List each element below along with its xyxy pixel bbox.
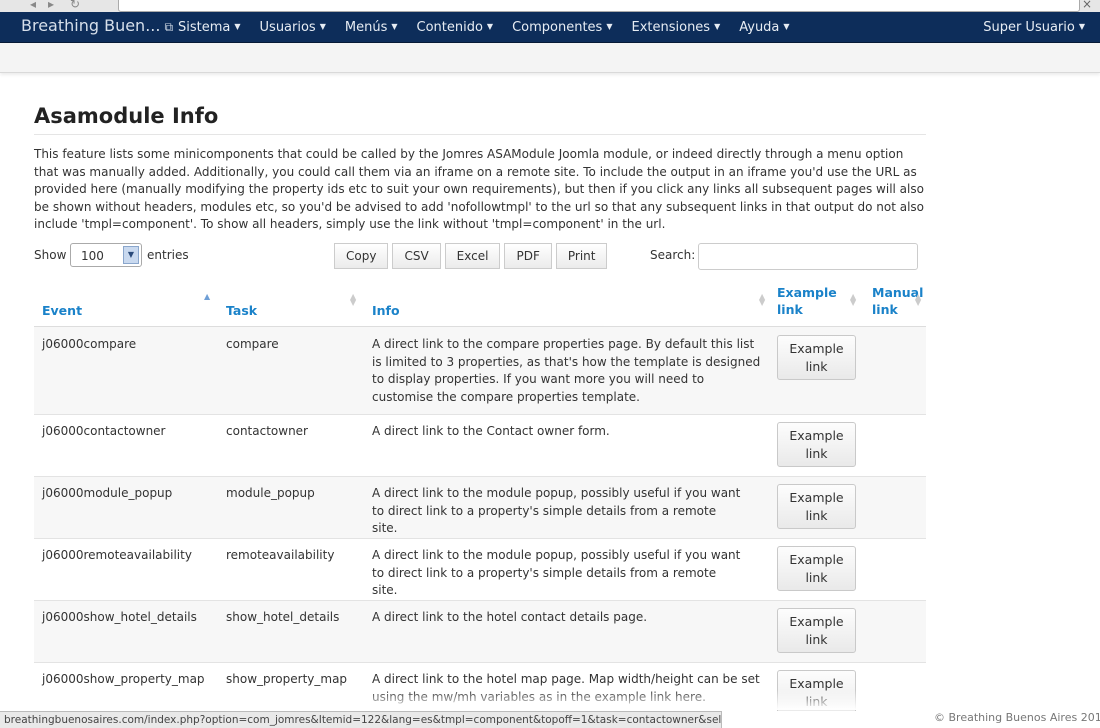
site-brand-link[interactable]: Breathing Buen... ⧉ [21, 16, 173, 35]
menu-label: Componentes [512, 20, 603, 35]
info-cell: A direct link to the module popup, possi… [372, 548, 741, 597]
task-cell: show_hotel_details [226, 610, 340, 624]
menu-contenido[interactable]: Contenido ▼ [417, 20, 494, 35]
forward-icon[interactable]: ▸ [48, 0, 54, 11]
page-description: This feature lists some minicomponents t… [34, 147, 925, 232]
info-cell: A direct link to the hotel contact detai… [372, 610, 648, 624]
caret-down-icon: ▼ [783, 22, 790, 31]
event-cell: j06000show_hotel_details [42, 610, 197, 624]
sort-icon[interactable]: ▲ ▼ [350, 293, 356, 307]
table-header: Event ▲ Task ▲ ▼ Info ▲ ▼ Example link ▲ ▼ … [34, 282, 926, 327]
csv-button[interactable]: CSV [392, 243, 441, 269]
menu-menus[interactable]: Menús ▼ [345, 20, 398, 35]
copy-button[interactable]: Copy [334, 243, 389, 269]
site-name: Breathing Buen... [21, 16, 161, 35]
column-header-event[interactable]: Event [42, 302, 82, 319]
caret-down-icon: ▼ [606, 22, 613, 31]
admin-navbar: Breathing Buen... ⧉ Sistema ▼ Usuarios ▼ Me… [0, 12, 1100, 43]
page-title: Asamodule Info [34, 104, 219, 128]
example-link-button[interactable]: Example link [777, 422, 856, 467]
info-cell: A direct link to the module popup, possi… [372, 486, 741, 535]
menu-ayuda[interactable]: Ayuda ▼ [739, 20, 789, 35]
caret-down-icon: ▼ [234, 22, 241, 31]
example-link-button[interactable]: Example link [777, 335, 856, 380]
show-label: Show [34, 248, 67, 262]
menu-label: Usuarios [259, 20, 316, 35]
column-header-info[interactable]: Info [372, 302, 400, 319]
back-icon[interactable]: ◂ [30, 0, 36, 11]
column-header-example-link[interactable]: Example link [777, 284, 839, 318]
table-row: j06000show_hotel_details show_hotel_deta… [34, 601, 926, 663]
address-bar[interactable] [118, 0, 1080, 12]
sort-icon[interactable]: ▲ ▼ [759, 293, 765, 307]
event-cell: j06000module_popup [42, 486, 173, 500]
user-menu[interactable]: Super Usuario ▼ [983, 20, 1085, 35]
excel-button[interactable]: Excel [444, 243, 501, 269]
table-row: j06000contactowner contactowner A direct… [34, 415, 926, 477]
menu-label: Extensiones [631, 20, 711, 35]
caret-down-icon: ▼ [391, 22, 398, 31]
sort-icon[interactable]: ▲ ▼ [915, 293, 921, 307]
event-cell: j06000remoteavailability [42, 548, 192, 562]
example-link-button[interactable]: Example link [777, 608, 856, 653]
task-cell: compare [226, 337, 279, 351]
table-row: j06000remoteavailability remoteavailabil… [34, 539, 926, 601]
scroll-fade [0, 690, 1100, 710]
event-cell: j06000contactowner [42, 424, 166, 438]
menu-label: Ayuda [739, 20, 780, 35]
task-cell: remoteavailability [226, 548, 335, 562]
entries-label: entries [147, 248, 189, 262]
caret-down-icon: ▼ [714, 22, 721, 31]
example-link-button[interactable]: Example link [777, 484, 856, 529]
entries-select[interactable]: 100 ▼ [70, 243, 142, 267]
task-cell: show_property_map [226, 672, 348, 686]
browser-status-bar: breathingbuenosaires.com/index.php?optio… [0, 711, 722, 728]
sort-asc-icon[interactable]: ▲ [204, 293, 210, 301]
menu-extensiones[interactable]: Extensiones ▼ [631, 20, 720, 35]
external-link-icon: ⧉ [164, 20, 174, 34]
menu-label: Contenido [416, 20, 483, 35]
task-cell: module_popup [226, 486, 315, 500]
caret-down-icon: ▼ [319, 22, 326, 31]
menu-label: Sistema [178, 20, 231, 35]
menu-usuarios[interactable]: Usuarios ▼ [260, 20, 326, 35]
menu-componentes[interactable]: Componentes ▼ [512, 20, 612, 35]
title-divider [34, 134, 926, 135]
close-icon[interactable]: × [1082, 0, 1092, 11]
search-label: Search: [650, 248, 696, 262]
column-header-task[interactable]: Task [226, 302, 257, 319]
search-input[interactable] [698, 243, 918, 270]
entries-value: 100 [81, 249, 104, 263]
page-footer-copyright: © Breathing Buenos Aires 201 [934, 711, 1100, 724]
caret-down-icon: ▼ [486, 22, 494, 31]
menu-label: Menús [344, 20, 388, 35]
task-cell: contactowner [226, 424, 308, 438]
table-row: j06000compare compare A direct link to t… [34, 327, 926, 415]
reload-icon[interactable]: ↻ [70, 0, 80, 11]
info-cell: A direct link to the compare properties … [372, 337, 761, 404]
chevron-down-icon: ▼ [123, 246, 139, 264]
user-name: Super Usuario [983, 20, 1075, 35]
export-buttons: Copy CSV Excel PDF Print [334, 243, 608, 269]
event-cell: j06000compare [42, 337, 137, 351]
main-menu: Sistema ▼ Usuarios ▼ Menús ▼ Contenido ▼ Com… [178, 20, 809, 35]
table-row: j06000module_popup module_popup A direct… [34, 477, 926, 539]
info-cell: A direct link to the Contact owner form. [372, 424, 610, 438]
example-link-button[interactable]: Example link [777, 546, 856, 591]
menu-sistema[interactable]: Sistema ▼ [178, 20, 241, 35]
print-button[interactable]: Print [555, 243, 608, 269]
sort-icon[interactable]: ▲ ▼ [850, 293, 856, 307]
pdf-button[interactable]: PDF [504, 243, 552, 269]
subhead-toolbar [0, 43, 1100, 73]
caret-down-icon: ▼ [1078, 22, 1085, 31]
event-cell: j06000show_property_map [42, 672, 205, 686]
